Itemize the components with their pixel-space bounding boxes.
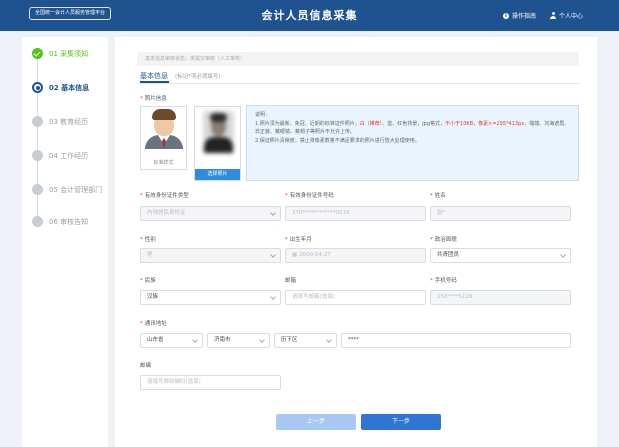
photo-notice: 说明： 1.照片须为最新、免冠、近期的标准证件照片，白（推荐）、蓝、红色背景，j…: [246, 105, 579, 181]
step-label: 03 教育经历: [49, 117, 89, 126]
phone-input[interactable]: 158****5126: [430, 290, 571, 305]
pending-step-icon: [32, 216, 43, 227]
chevron-down-icon: [270, 210, 276, 216]
district-select[interactable]: 历下区: [274, 333, 337, 348]
chevron-down-icon: [326, 337, 332, 343]
pending-step-icon: [32, 184, 43, 195]
steps-connector: [37, 54, 38, 224]
tab-basic-info[interactable]: 基本信息: [140, 71, 168, 81]
user-center-link[interactable]: 个人中心: [550, 11, 583, 20]
tab-divider: [137, 83, 579, 84]
birth-label: * 出生年月: [285, 237, 312, 243]
name-label: * 姓名: [430, 193, 446, 199]
email-label: 邮箱: [285, 278, 297, 284]
main-panel: 基本信息审核状态：未提交审核（人工审核） 基本信息 (标记*项必须填写) * 照片…: [115, 37, 597, 447]
birth-date-input[interactable]: ▦ 2000-04-27: [285, 248, 426, 263]
name-input[interactable]: 张*: [430, 206, 571, 221]
photo-label: * 照片信息: [140, 96, 167, 102]
chevron-down-icon: [560, 252, 566, 258]
step-label: 01 采集须知: [49, 49, 89, 58]
street-address-input[interactable]: ****: [341, 333, 571, 348]
required-note: (标记*项必须填写): [175, 74, 221, 80]
next-step-button[interactable]: 下一步: [361, 414, 441, 430]
standard-photo-sample: 标准样式: [140, 106, 187, 170]
step-basic-info[interactable]: 02 基本信息: [32, 82, 89, 93]
id-type-select[interactable]: 内地居民身份证: [140, 206, 281, 221]
step-accounting-dept[interactable]: 05 会计管理部门: [32, 184, 102, 195]
postcode-input[interactable]: 请填写邮政编码(选填): [140, 375, 281, 390]
pending-step-icon: [32, 150, 43, 161]
gender-label: * 性别: [140, 237, 156, 243]
uploaded-photo: [203, 111, 234, 153]
step-label: 06 审核告知: [49, 217, 89, 226]
postcode-label: 邮编: [140, 363, 152, 369]
info-icon: i: [503, 12, 509, 19]
standard-caption: 标准样式: [153, 160, 174, 166]
chevron-down-icon: [192, 337, 198, 343]
upload-photo-box[interactable]: 选择照片: [194, 106, 241, 181]
phone-label: * 手机号码: [430, 278, 457, 284]
step-collection-notice[interactable]: 01 采集须知: [32, 48, 88, 59]
chevron-down-icon: [259, 337, 265, 343]
ethnicity-select[interactable]: 汉族: [140, 290, 281, 305]
address-label: * 通讯地址: [140, 321, 167, 327]
guide-link[interactable]: i 操作指南: [503, 11, 536, 20]
email-input[interactable]: 请填写邮箱(选填): [285, 290, 426, 305]
choose-photo-button[interactable]: 选择照片: [195, 169, 240, 180]
province-select[interactable]: 山东省: [140, 333, 203, 348]
user-icon: [550, 12, 556, 19]
active-step-icon: [32, 82, 43, 93]
chevron-down-icon: [270, 294, 276, 300]
step-review-notice[interactable]: 06 审核告知: [32, 216, 88, 227]
gender-select[interactable]: 男: [140, 248, 281, 263]
user-center-label: 个人中心: [559, 13, 584, 20]
avatar-hair: [152, 109, 176, 120]
pending-step-icon: [32, 116, 43, 127]
top-header: 全国统一会计人员服务管理平台 会计人员信息采集 i 操作指南 个人中心: [0, 0, 619, 31]
check-icon: [32, 48, 43, 59]
guide-label: 操作指南: [512, 13, 537, 20]
city-select[interactable]: 济南市: [207, 333, 270, 348]
id-number-label: * 有效身份证件号码: [285, 193, 334, 199]
calendar-icon: ▦: [292, 252, 299, 258]
review-status-bar: 基本信息审核状态：未提交审核（人工审核）: [137, 52, 579, 66]
previous-step-button[interactable]: 上一步: [276, 414, 356, 430]
political-label: * 政治面貌: [430, 237, 457, 243]
step-label: 02 基本信息: [49, 83, 90, 92]
ethnicity-label: * 民族: [140, 278, 156, 284]
step-label: 05 会计管理部门: [49, 185, 103, 194]
chevron-down-icon: [270, 252, 276, 258]
id-number-input[interactable]: 370************0016: [285, 206, 426, 221]
political-status-select[interactable]: 共青团员: [430, 248, 571, 263]
step-label: 04 工作经历: [49, 151, 89, 160]
step-work[interactable]: 04 工作经历: [32, 150, 88, 161]
step-education[interactable]: 03 教育经历: [32, 116, 88, 127]
id-type-label: * 有效身份证件类型: [140, 193, 189, 199]
steps-sidebar: 01 采集须知 02 基本信息 03 教育经历 04 工作经历 05 会计管理部…: [22, 37, 108, 447]
